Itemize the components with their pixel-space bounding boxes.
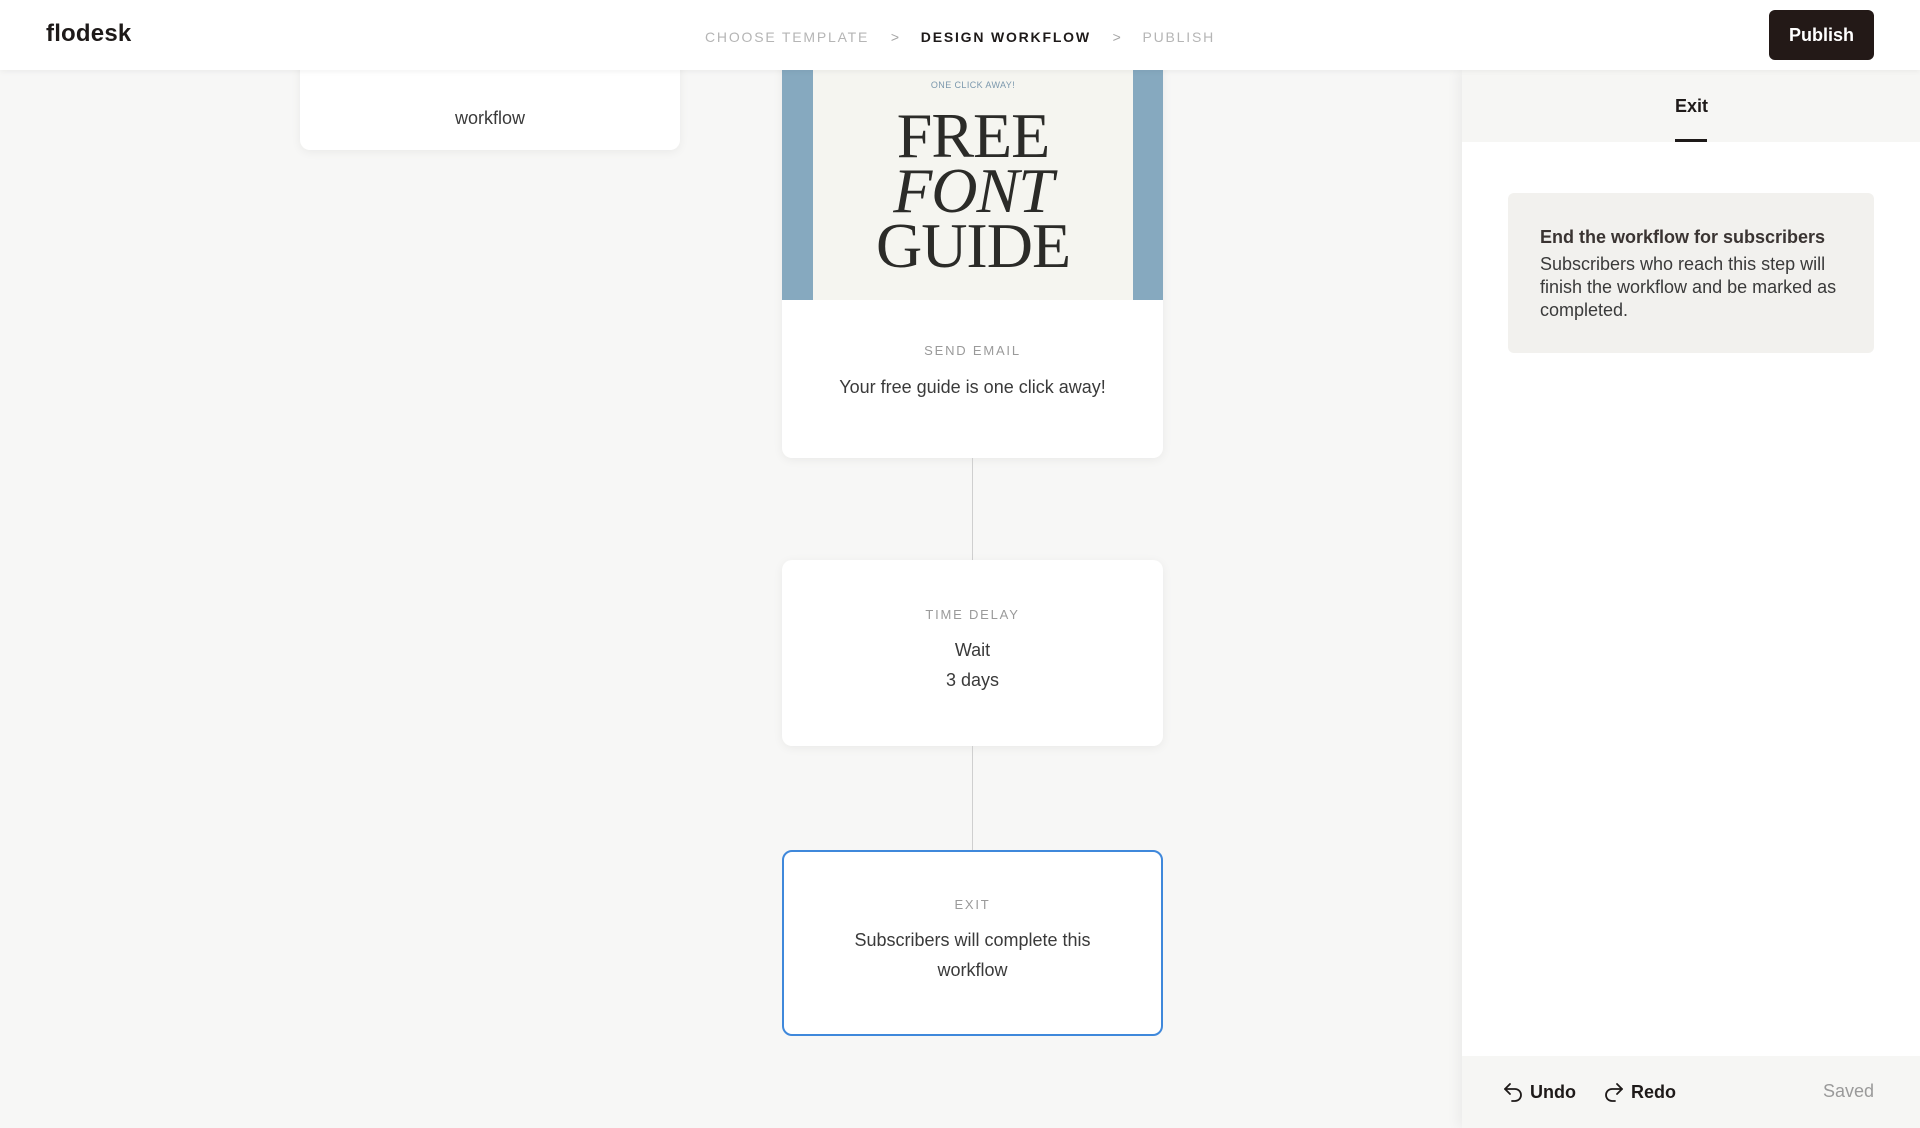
exit-node-selected[interactable]: EXIT Subscribers will complete this work… [782, 850, 1163, 1036]
tab-active-indicator [1675, 139, 1707, 142]
exit-text-line-2: workflow [937, 960, 1008, 980]
time-delay-node[interactable]: TIME DELAY Wait 3 days [782, 560, 1163, 746]
undo-button[interactable]: Undo [1502, 1080, 1576, 1103]
email-preview-image: ONE CLICK AWAY! FREE FONT GUIDE [782, 58, 1163, 300]
workflow-steps-breadcrumb: CHOOSE TEMPLATE > DESIGN WORKFLOW > PUBL… [0, 28, 1920, 45]
step-separator: > [1112, 29, 1121, 46]
undo-label: Undo [1530, 1082, 1576, 1102]
redo-label: Redo [1631, 1082, 1676, 1102]
email-image-tagline: ONE CLICK AWAY! [930, 80, 1016, 90]
right-settings-panel: Exit End the workflow for subscribers Su… [1462, 70, 1920, 1128]
delay-line-2: 3 days [945, 670, 1000, 690]
step-separator: > [890, 29, 900, 46]
node-type-label: SEND EMAIL [924, 343, 1021, 358]
node-text: workflow [454, 108, 525, 128]
step-design-workflow[interactable]: DESIGN WORKFLOW [921, 29, 1091, 45]
top-header: flodesk CHOOSE TEMPLATE > DESIGN WORKFLO… [0, 0, 1920, 70]
send-email-node[interactable]: ONE CLICK AWAY! FREE FONT GUIDE SEND EMA… [782, 58, 1163, 458]
delay-line-1: Wait [954, 640, 991, 660]
connector-line [972, 746, 973, 850]
node-type-label: EXIT [954, 897, 991, 912]
undo-icon [1504, 1083, 1522, 1102]
info-title: End the workflow for subscribers [1540, 227, 1826, 247]
connector-line [972, 458, 973, 560]
info-description: Subscribers who reach this step will fin… [1540, 254, 1837, 320]
step-choose-template[interactable]: CHOOSE TEMPLATE [705, 29, 869, 45]
exit-text-line-1: Subscribers will complete this [854, 930, 1091, 950]
redo-icon [1605, 1083, 1623, 1102]
exit-info-box: End the workflow for subscribers Subscri… [1508, 193, 1874, 353]
workflow-canvas[interactable]: workflow ONE CLICK AWAY! FREE FONT GUIDE… [0, 50, 1462, 1128]
redo-button[interactable]: Redo [1603, 1080, 1676, 1103]
node-type-label: TIME DELAY [925, 607, 1020, 622]
email-image-title: FREE FONT GUIDE [875, 100, 1071, 281]
step-publish[interactable]: PUBLISH [1142, 29, 1215, 45]
email-subject: Your free guide is one click away! [839, 377, 1106, 397]
panel-footer: Undo Redo Saved [1462, 1056, 1920, 1128]
panel-tabbar: Exit [1462, 70, 1920, 142]
publish-button[interactable]: Publish [1769, 10, 1874, 60]
save-status: Saved [1822, 1081, 1874, 1101]
tab-exit[interactable]: Exit [1675, 96, 1708, 117]
